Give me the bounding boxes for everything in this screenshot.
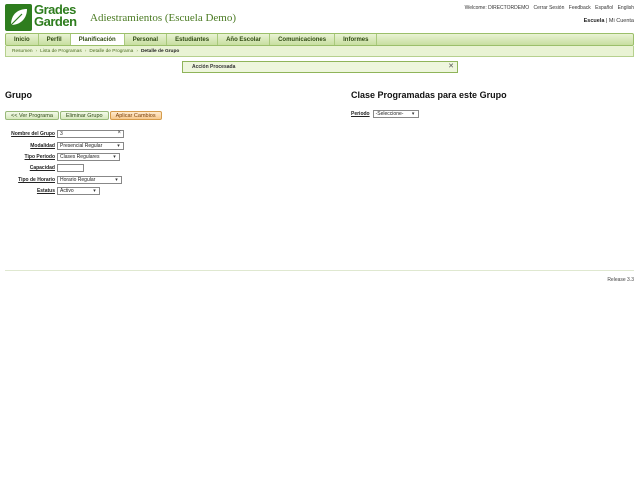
nav-tab-perfil[interactable]: Perfil — [39, 34, 71, 45]
row-status: Estatus Activo ▾ — [5, 187, 100, 195]
leaf-logo-icon — [5, 4, 32, 31]
close-icon[interactable]: ✕ — [448, 63, 454, 71]
breadcrumb-separator: › — [84, 48, 87, 54]
delete-group-button[interactable]: Eliminar Grupo — [59, 111, 109, 120]
release-version: Release 3.3 — [607, 277, 634, 283]
row-group-name: Nombre del Grupo 3 × — [5, 130, 124, 138]
capacity-input[interactable] — [57, 164, 84, 172]
status-label: Estatus — [36, 188, 55, 194]
chevron-down-icon: ▾ — [117, 143, 120, 149]
school-link[interactable]: Escuela — [584, 18, 605, 24]
separator: | — [605, 18, 608, 24]
group-section-title: Grupo — [5, 90, 32, 100]
breadcrumb-detalle-programa[interactable]: Detalle de Programa — [89, 49, 133, 54]
group-actions: << Ver Programa Eliminar Grupo Aplicar C… — [5, 111, 163, 120]
period-label: Periodo — [351, 111, 370, 117]
welcome-text: Welcome: DIRECTORDEMO — [464, 5, 530, 11]
modality-value: Presencial Regular — [60, 143, 103, 149]
capacity-label: Capacidad — [29, 165, 55, 171]
row-period-type: Tipo Periodo Clases Regulares ▾ — [5, 153, 120, 161]
view-program-button[interactable]: << Ver Programa — [5, 111, 59, 120]
nav-tab-informes[interactable]: Informes — [335, 34, 378, 45]
nav-tab-estudiantes[interactable]: Estudiantes — [167, 34, 219, 45]
group-name-value: 3 — [60, 131, 63, 137]
breadcrumb-current: Detalle de Grupo — [140, 48, 180, 54]
feedback-link[interactable]: Feedback — [569, 5, 591, 11]
modality-label: Modalidad — [30, 143, 55, 149]
period-value: -Seleccione- — [375, 111, 404, 117]
logout-link[interactable]: Cerrar Sesión — [534, 5, 565, 11]
row-capacity: Capacidad — [5, 164, 84, 172]
breadcrumb: Resumen › Lista de Programas › Detalle d… — [5, 46, 634, 57]
nav-tab-ano-escolar[interactable]: Año Escolar — [218, 34, 271, 45]
status-value: Activo — [60, 188, 74, 194]
breadcrumb-lista-programas[interactable]: Lista de Programas — [40, 49, 82, 54]
modality-select[interactable]: Presencial Regular ▾ — [57, 142, 124, 150]
period-type-select[interactable]: Clases Regulares ▾ — [57, 153, 120, 161]
schedule-type-select[interactable]: Horario Regular ▾ — [57, 176, 122, 184]
group-name-input[interactable]: 3 × — [57, 130, 124, 138]
apply-changes-button[interactable]: Aplicar Cambios — [109, 111, 162, 120]
breadcrumb-resumen[interactable]: Resumen — [12, 49, 33, 54]
chevron-down-icon: ▾ — [93, 188, 96, 194]
nav-tab-inicio[interactable]: Inicio — [6, 34, 39, 45]
grades-garden-logo[interactable]: Grades Garden — [5, 3, 83, 32]
chevron-down-icon: ▾ — [113, 154, 116, 160]
my-account-link[interactable]: Mi Cuenta — [609, 18, 634, 24]
schedule-type-label: Tipo de Horario — [18, 177, 55, 183]
footer-divider — [5, 270, 634, 271]
period-type-value: Clases Regulares — [60, 154, 100, 160]
chevron-down-icon: ▾ — [115, 177, 118, 183]
school-links: Escuela | Mi Cuenta — [584, 18, 634, 24]
chevron-down-icon: ▾ — [411, 111, 415, 117]
row-schedule-type: Tipo de Horario Horario Regular ▾ — [5, 176, 122, 184]
english-link[interactable]: English — [618, 5, 634, 11]
row-period: Periodo -Seleccione- ▾ — [351, 110, 419, 118]
app-title: Adiestramientos (Escuela Demo) — [90, 12, 237, 24]
nav-tab-planificacion[interactable]: Planificación — [70, 34, 125, 45]
status-select[interactable]: Activo ▾ — [57, 187, 100, 195]
breadcrumb-separator: › — [35, 48, 38, 54]
period-type-label: Tipo Periodo — [24, 154, 55, 160]
nav-tab-personal[interactable]: Personal — [125, 34, 168, 45]
main-nav: Inicio Perfil Planificación Personal Est… — [5, 33, 634, 46]
nav-tab-comunicaciones[interactable]: Comunicaciones — [270, 34, 336, 45]
logo-text: Grades Garden — [34, 2, 77, 29]
row-modality: Modalidad Presencial Regular ▾ — [5, 142, 124, 150]
group-name-label: Nombre del Grupo — [11, 131, 55, 137]
clear-icon[interactable]: × — [117, 130, 121, 136]
status-message-text: Acción Procesada — [192, 64, 236, 70]
scheduled-classes-title: Clase Programadas para este Grupo — [351, 90, 507, 100]
top-links: Welcome: DIRECTORDEMO Cerrar Sesión Feed… — [465, 5, 634, 11]
breadcrumb-separator: › — [136, 48, 138, 54]
schedule-type-value: Horario Regular — [60, 177, 96, 183]
status-message: Acción Procesada ✕ — [182, 61, 458, 73]
period-select[interactable]: -Seleccione- ▾ — [372, 110, 419, 118]
spanish-link[interactable]: Español — [595, 5, 613, 11]
